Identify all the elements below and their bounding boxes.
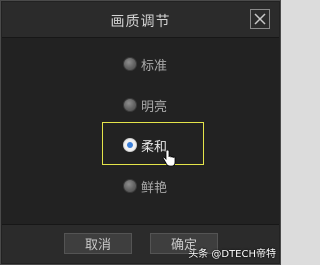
option-standard[interactable]: 标准 [123, 55, 168, 74]
radio-vivid[interactable] [123, 179, 137, 193]
close-icon [254, 13, 266, 25]
option-label-standard: 标准 [141, 58, 168, 74]
option-soft[interactable]: 柔和 [123, 136, 167, 155]
picture-quality-dialog: 画质调节 标准 明亮 柔和 鲜艳 取消 确定 头条 @DTECH帝特 [0, 0, 281, 265]
option-label-bright: 明亮 [141, 99, 168, 115]
option-label-vivid: 鲜艳 [141, 180, 168, 196]
radio-bright[interactable] [123, 98, 137, 112]
close-button[interactable] [250, 9, 270, 29]
cancel-button[interactable]: 取消 [64, 233, 132, 254]
dialog-titlebar: 画质调节 [2, 2, 279, 38]
dialog-title: 画质调节 [110, 14, 171, 30]
option-vivid[interactable]: 鲜艳 [123, 177, 168, 196]
hand-cursor-icon [162, 149, 176, 171]
radio-standard[interactable] [123, 57, 137, 71]
watermark-text: 头条 @DTECH帝特 [188, 249, 276, 260]
option-bright[interactable]: 明亮 [123, 96, 168, 115]
radio-soft[interactable] [123, 138, 137, 152]
